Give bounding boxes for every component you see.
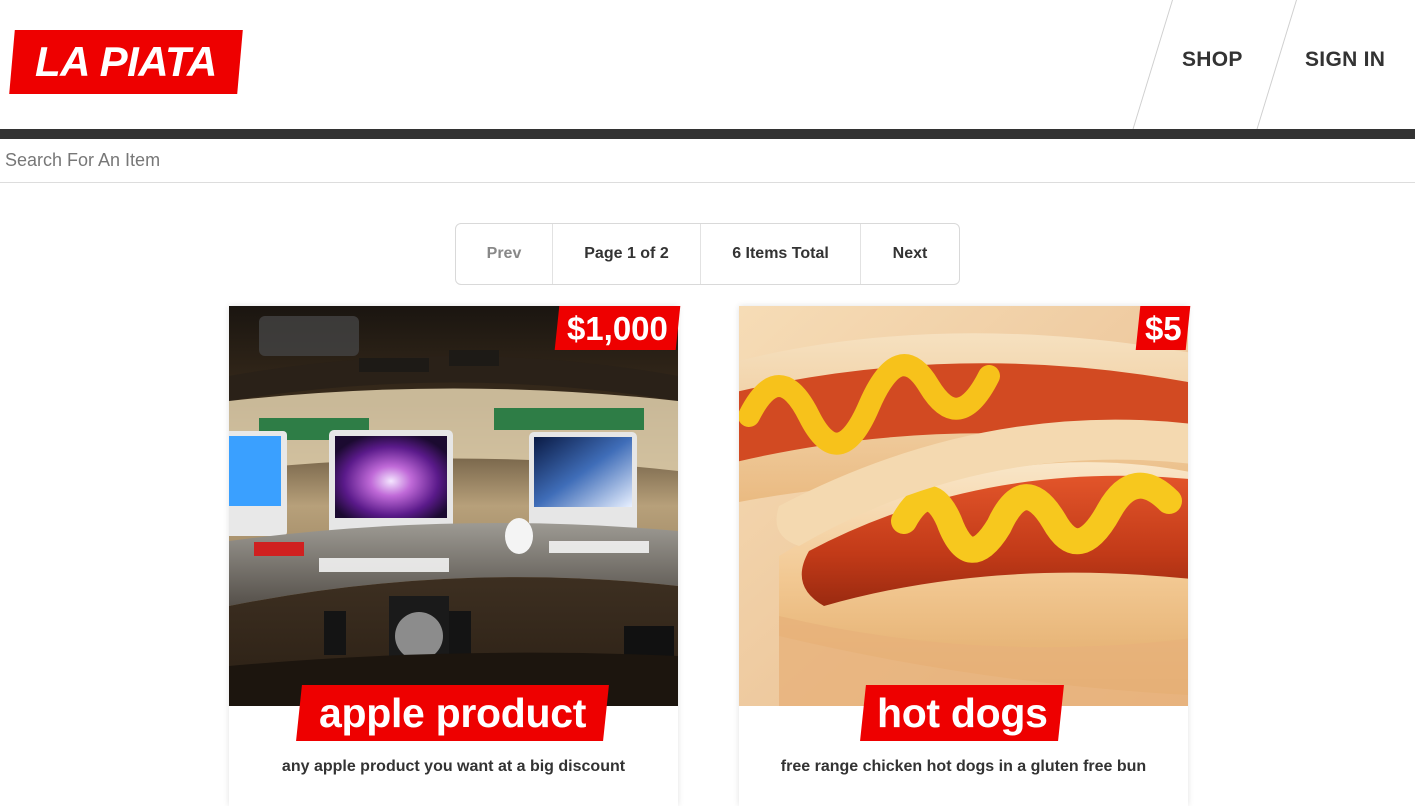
product-description: free range chicken hot dogs in a gluten … bbox=[780, 758, 1147, 775]
product-image[interactable] bbox=[739, 306, 1188, 706]
next-page-button[interactable]: Next bbox=[861, 224, 959, 284]
logo-text: LA PIATA bbox=[35, 38, 217, 85]
site-header: LA PIATA SHOP SIGN IN bbox=[0, 0, 1415, 129]
nav-shop-link[interactable]: SHOP bbox=[1182, 48, 1243, 72]
product-image[interactable] bbox=[229, 306, 678, 706]
logo[interactable]: LA PIATA bbox=[9, 30, 243, 94]
product-title-tag[interactable]: apple product bbox=[296, 685, 609, 741]
price-text: $1,000 bbox=[567, 309, 668, 347]
product-card[interactable]: $1,000 apple product any apple product y… bbox=[229, 306, 681, 806]
items-total: 6 Items Total bbox=[701, 224, 861, 284]
nav-sign-in-link[interactable]: SIGN IN bbox=[1305, 48, 1385, 72]
header-divider-bar bbox=[0, 129, 1415, 139]
nav-divider bbox=[1256, 0, 1297, 129]
search-input[interactable] bbox=[0, 139, 1415, 183]
product-title: apple product bbox=[318, 689, 587, 736]
product-card[interactable]: $5 hot dogs free range chicken hot dogs … bbox=[739, 306, 1191, 806]
prev-page-button[interactable]: Prev bbox=[456, 224, 553, 284]
product-description: any apple product you want at a big disc… bbox=[281, 758, 626, 775]
price-tag: $5 bbox=[1135, 306, 1191, 350]
pagination: Prev Page 1 of 2 6 Items Total Next bbox=[455, 223, 960, 285]
nav-divider bbox=[1132, 0, 1173, 129]
product-title: hot dogs bbox=[876, 689, 1048, 736]
price-text: $5 bbox=[1144, 309, 1182, 347]
price-tag: $1,000 bbox=[554, 306, 681, 350]
product-title-tag[interactable]: hot dogs bbox=[860, 685, 1064, 741]
page-indicator: Page 1 of 2 bbox=[553, 224, 701, 284]
